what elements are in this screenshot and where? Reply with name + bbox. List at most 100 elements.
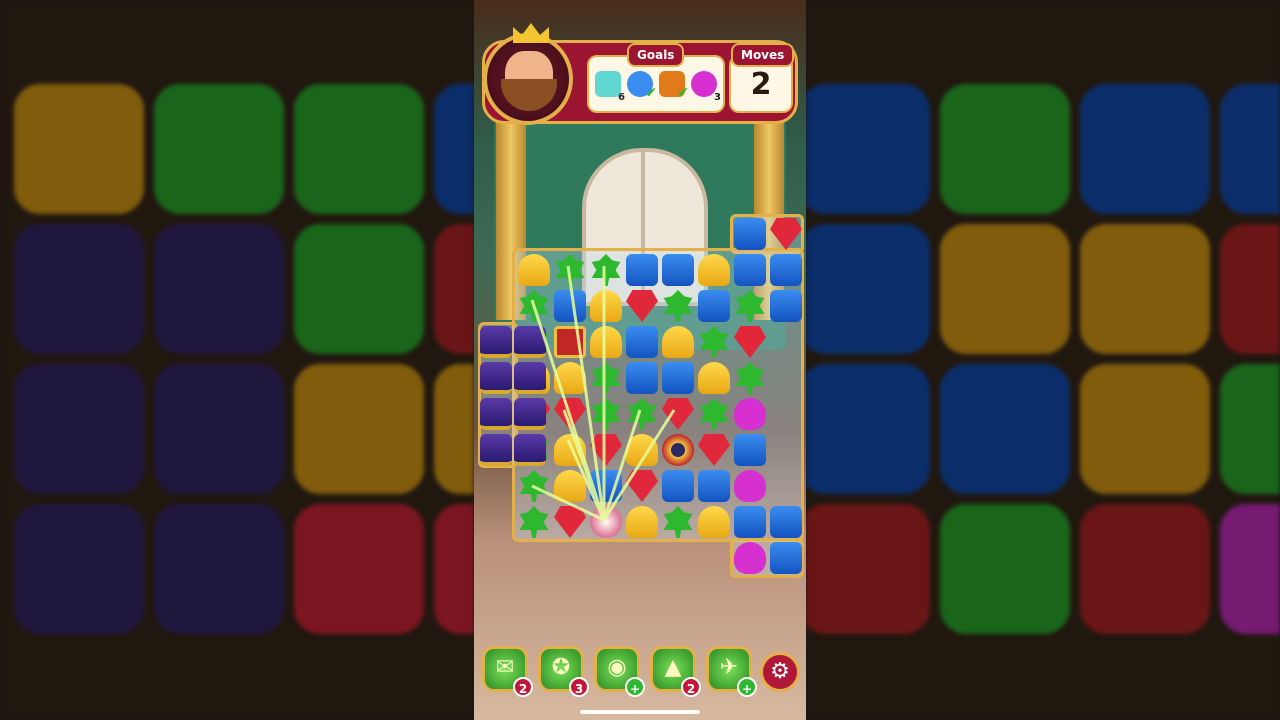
blue-tower-icon[interactable]	[734, 218, 766, 250]
yellow-helmet-icon[interactable]	[554, 434, 586, 466]
tulip-icon: 3	[691, 71, 721, 103]
goal-count: 6	[618, 92, 625, 103]
purple-drawer-icon[interactable]	[480, 326, 512, 358]
blue-tower-icon[interactable]	[626, 254, 658, 286]
bg-gem	[434, 84, 474, 214]
left-background-blur	[0, 0, 474, 720]
booster-count: 2	[513, 677, 533, 697]
blue-tower-icon[interactable]	[770, 290, 802, 322]
bg-gem	[806, 224, 930, 354]
pink-tulip-icon[interactable]	[734, 542, 766, 574]
yellow-helmet-icon[interactable]	[590, 326, 622, 358]
blue-tower-icon[interactable]	[626, 326, 658, 358]
toy-plane-booster-icon: ✈	[719, 655, 739, 680]
blue-tower-icon[interactable]	[698, 290, 730, 322]
purple-drawer-icon[interactable]	[514, 326, 546, 358]
bg-gem	[14, 364, 144, 494]
yellow-helmet-icon[interactable]	[590, 290, 622, 322]
bg-gem	[294, 224, 424, 354]
character-icon: ✔	[627, 71, 657, 101]
blue-tower-icon[interactable]	[554, 290, 586, 322]
yellow-helmet-icon[interactable]	[554, 362, 586, 394]
blue-tower-icon[interactable]	[662, 254, 694, 286]
mailbox-booster-button[interactable]: ✉ 2	[482, 646, 533, 697]
bg-gem	[14, 84, 144, 214]
toy-plane-booster-button[interactable]: ✈ +	[706, 646, 757, 697]
bg-gem	[14, 224, 144, 354]
right-background-blur	[806, 0, 1280, 720]
bg-gem	[940, 504, 1070, 634]
moves-counter: 2	[750, 67, 772, 102]
box-icon: ✔	[659, 71, 689, 101]
yellow-helmet-icon[interactable]	[554, 470, 586, 502]
settings-button[interactable]: ⚙	[760, 652, 800, 692]
blue-tower-icon[interactable]	[734, 434, 766, 466]
blue-tower-icon[interactable]	[770, 542, 802, 574]
wizard-hat-booster-icon: ▲	[664, 655, 682, 680]
wizard-hat-booster-button[interactable]: ▲ 2	[650, 646, 701, 697]
moves-label: Moves	[731, 43, 795, 67]
bg-gem	[294, 84, 424, 214]
booster-count: 2	[681, 677, 701, 697]
bg-gem	[1080, 504, 1210, 634]
yellow-helmet-icon[interactable]	[626, 434, 658, 466]
purple-drawer-icon[interactable]	[480, 434, 512, 466]
bg-gem	[806, 364, 930, 494]
blue-tower-icon[interactable]	[590, 470, 622, 502]
bg-gem	[434, 224, 474, 354]
yellow-helmet-icon[interactable]	[518, 254, 550, 286]
goals-label: Goals	[627, 43, 685, 67]
bg-gem	[940, 364, 1070, 494]
bg-gem	[1220, 84, 1280, 214]
purple-drawer-icon[interactable]	[514, 362, 546, 394]
goals-panel: Goals 6 ✔ ✔ 3	[587, 43, 725, 113]
check-icon: ✔	[645, 85, 657, 101]
bomb-booster-button[interactable]: ◉ +	[594, 646, 645, 697]
purple-drawer-icon[interactable]	[514, 434, 546, 466]
bg-gem	[940, 84, 1070, 214]
check-icon: ✔	[677, 85, 689, 101]
bg-gem	[154, 504, 284, 634]
crown-icon	[513, 23, 549, 43]
booster-add: +	[737, 677, 757, 697]
bg-gem	[1220, 224, 1280, 354]
yellow-helmet-icon[interactable]	[698, 362, 730, 394]
bomb-booster-icon: ◉	[607, 655, 627, 680]
tile-icon: 6	[595, 71, 625, 103]
spinner-icon[interactable]	[662, 434, 694, 466]
booster-count: 3	[569, 677, 589, 697]
bg-gem	[434, 364, 474, 494]
booster-add: +	[625, 677, 645, 697]
bg-gem	[294, 504, 424, 634]
pink-tulip-icon[interactable]	[734, 470, 766, 502]
yellow-helmet-icon[interactable]	[698, 254, 730, 286]
cannon-booster-button[interactable]: ✪ 3	[538, 646, 589, 697]
bg-gem	[1220, 364, 1280, 494]
blue-tower-icon[interactable]	[734, 254, 766, 286]
game-board	[478, 214, 804, 578]
mailbox-booster-icon: ✉	[495, 655, 515, 680]
blue-tower-icon[interactable]	[770, 506, 802, 538]
bg-gem	[1080, 364, 1210, 494]
blue-tower-icon[interactable]	[662, 362, 694, 394]
yellow-helmet-icon[interactable]	[662, 326, 694, 358]
blue-tower-icon[interactable]	[626, 362, 658, 394]
yellow-helmet-icon[interactable]	[698, 506, 730, 538]
chest-icon[interactable]	[554, 326, 586, 358]
bg-gem	[940, 224, 1070, 354]
purple-drawer-icon[interactable]	[480, 362, 512, 394]
pink-tulip-icon[interactable]	[734, 398, 766, 430]
blue-tower-icon[interactable]	[662, 470, 694, 502]
home-indicator[interactable]	[580, 710, 700, 714]
bg-gem	[806, 504, 930, 634]
lightball-icon[interactable]	[590, 506, 622, 538]
blue-tower-icon[interactable]	[734, 506, 766, 538]
purple-drawer-icon[interactable]	[514, 398, 546, 430]
bg-gem	[806, 84, 930, 214]
bg-gem	[1080, 224, 1210, 354]
bg-gem	[154, 224, 284, 354]
blue-tower-icon[interactable]	[698, 470, 730, 502]
blue-tower-icon[interactable]	[770, 254, 802, 286]
purple-drawer-icon[interactable]	[480, 398, 512, 430]
yellow-helmet-icon[interactable]	[626, 506, 658, 538]
